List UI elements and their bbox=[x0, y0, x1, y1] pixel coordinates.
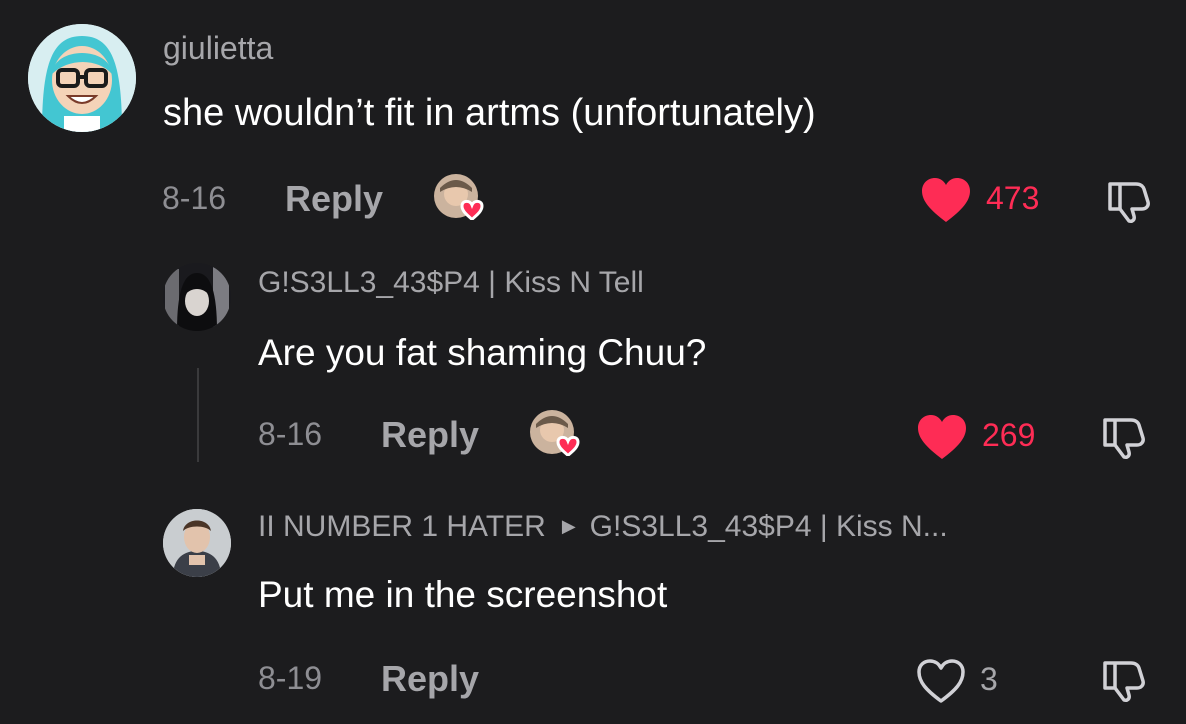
avatar-gisselle[interactable] bbox=[163, 263, 231, 331]
comment-text: she wouldn’t fit in artms (unfortunately… bbox=[163, 92, 816, 134]
creator-liked-badge-icon bbox=[528, 408, 584, 464]
thumbs-down-icon[interactable] bbox=[1099, 412, 1147, 460]
reply-username[interactable]: G!S3LL3_43$P4 | Kiss N Tell bbox=[258, 266, 644, 300]
reply-username-line: II NUMBER 1 HATER ▶ G!S3LL3_43$P4 | Kiss N… bbox=[258, 510, 948, 544]
avatar-number1hater[interactable] bbox=[163, 509, 231, 577]
thumbs-down-icon[interactable] bbox=[1099, 655, 1147, 703]
reply-to-username[interactable]: G!S3LL3_43$P4 | Kiss N... bbox=[590, 510, 948, 543]
like-count: 3 bbox=[980, 661, 998, 697]
reply-button[interactable]: Reply bbox=[381, 414, 479, 456]
triangle-right-icon: ▶ bbox=[561, 516, 576, 536]
thumbs-down-icon[interactable] bbox=[1104, 176, 1152, 224]
like-heart-icon[interactable] bbox=[920, 176, 972, 224]
avatar-giulietta[interactable] bbox=[28, 24, 136, 132]
reply-date: 8-19 bbox=[258, 660, 323, 696]
thread-line bbox=[197, 368, 199, 462]
reply-text: Are you fat shaming Chuu? bbox=[258, 332, 707, 373]
like-count: 473 bbox=[986, 180, 1040, 216]
creator-liked-badge-icon bbox=[432, 172, 488, 228]
reply-username[interactable]: II NUMBER 1 HATER bbox=[258, 510, 546, 543]
reply-button[interactable]: Reply bbox=[285, 178, 383, 220]
reply-text: Put me in the screenshot bbox=[258, 574, 668, 615]
like-heart-outline-icon[interactable] bbox=[915, 657, 967, 705]
like-count: 269 bbox=[982, 417, 1036, 453]
reply-date: 8-16 bbox=[258, 416, 323, 452]
comment-username[interactable]: giulietta bbox=[163, 30, 273, 67]
like-heart-icon[interactable] bbox=[916, 413, 968, 461]
comment-date: 8-16 bbox=[162, 180, 227, 216]
reply-button[interactable]: Reply bbox=[381, 658, 479, 700]
